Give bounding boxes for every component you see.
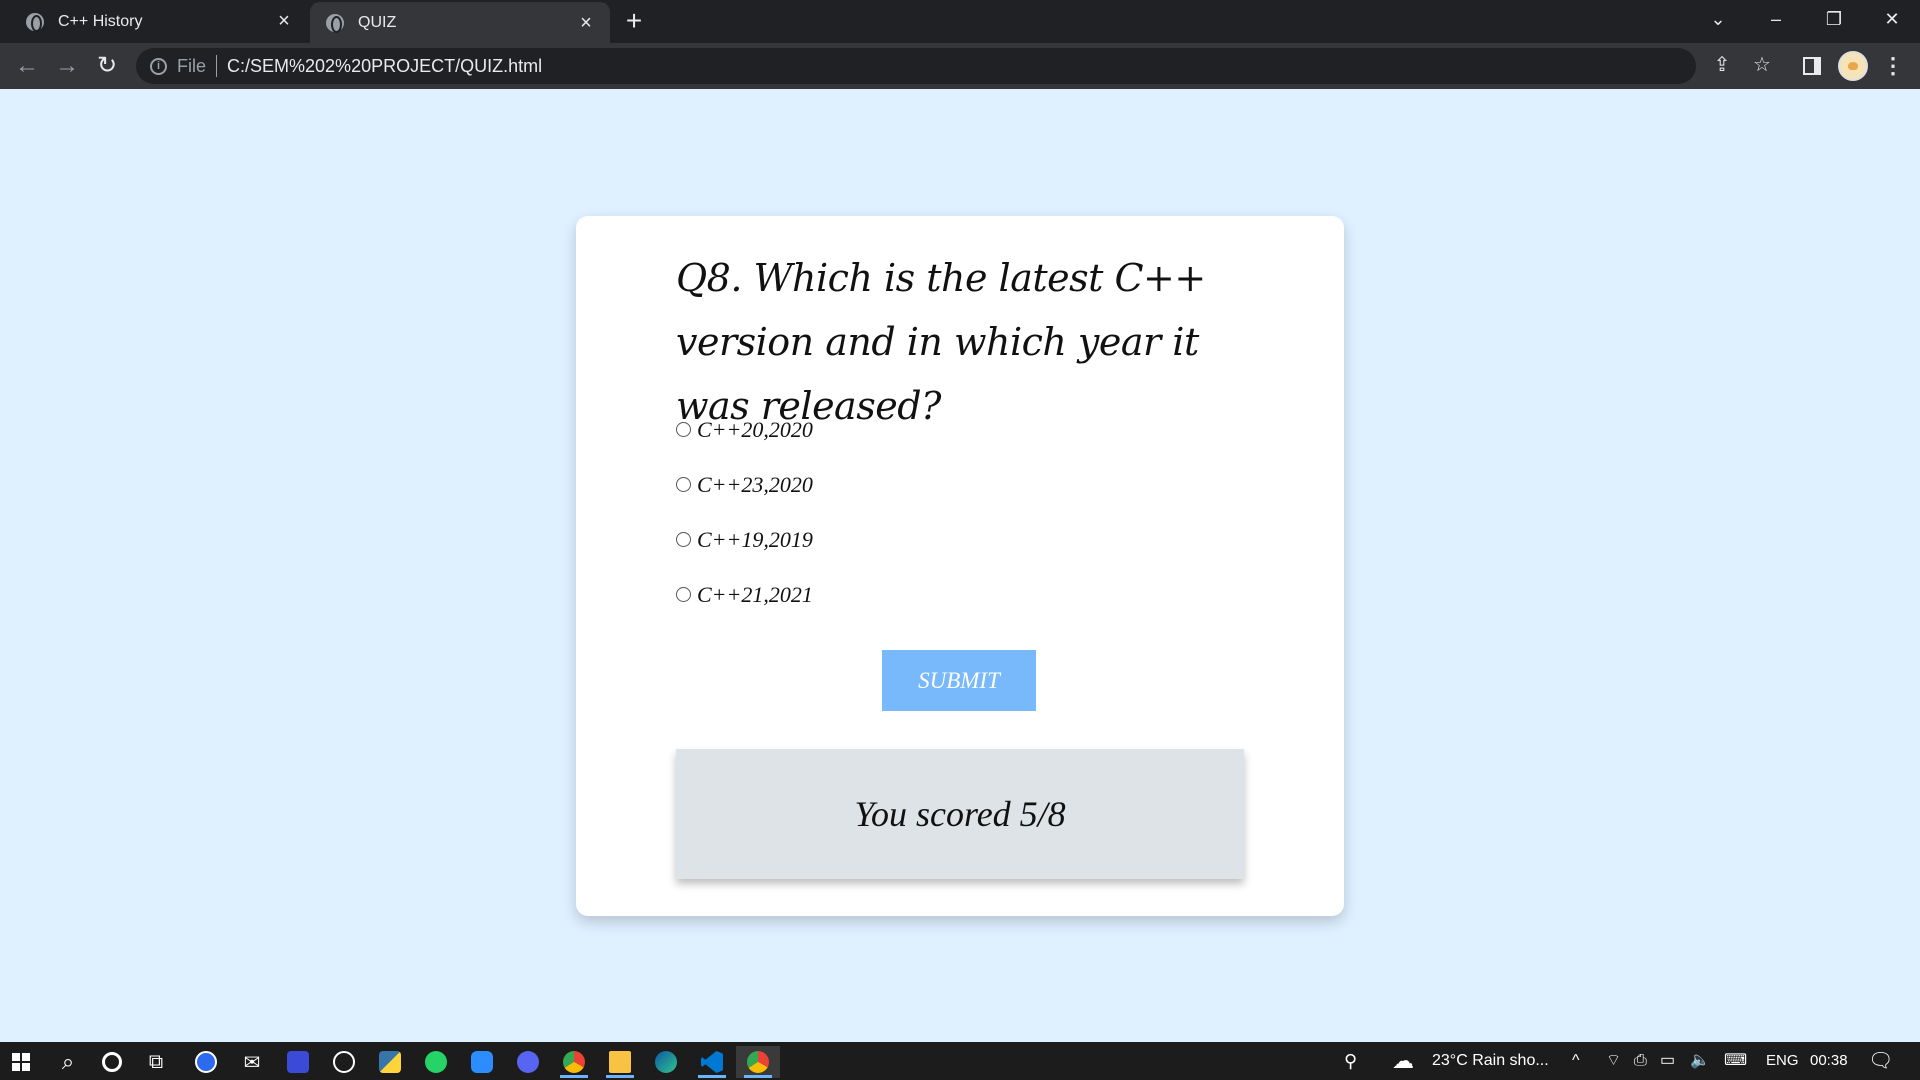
divider [216, 55, 218, 77]
back-arrow-icon[interactable]: ← [12, 51, 42, 81]
answer-label[interactable]: C++23,2020 [697, 472, 813, 498]
side-panel-icon[interactable] [1803, 57, 1821, 75]
answer-options: C++20,2020 C++23,2020 C++19,2019 C++21,2… [676, 402, 813, 622]
volume-icon[interactable]: 🔈 [1690, 1042, 1710, 1080]
python-icon[interactable] [368, 1046, 412, 1078]
task-view-icon[interactable]: ⧉ [134, 1046, 178, 1078]
browser-tab-strip: C++ History × QUIZ × + ⌄ – ❐ ✕ [0, 0, 1920, 43]
answer-option[interactable]: C++20,2020 [676, 402, 813, 457]
windows-taskbar: ⌕ ⧉ ✉ ⚲ ☁ 23°C Rain sho... ^ ⌔ ⎙ ▭ 🔈 ⌨ E… [0, 1042, 1920, 1080]
address-bar[interactable]: i File C:/SEM%202%20PROJECT/QUIZ.html [136, 48, 1696, 84]
discord-icon[interactable] [506, 1046, 550, 1078]
clock[interactable]: 00:38 [1810, 1042, 1848, 1080]
reload-icon[interactable]: ↻ [92, 51, 122, 81]
score-text: You scored 5/8 [854, 794, 1066, 834]
globe-icon [26, 12, 44, 32]
whatsapp-icon[interactable] [414, 1046, 458, 1078]
zoom-icon[interactable] [460, 1046, 504, 1078]
score-panel: You scored 5/8 [676, 749, 1244, 879]
file-explorer-icon[interactable] [598, 1046, 642, 1078]
answer-label[interactable]: C++20,2020 [697, 417, 813, 443]
share-icon[interactable]: ⇪ [1710, 53, 1734, 77]
kebab-menu-icon[interactable]: ⋮ [1882, 51, 1904, 81]
close-icon[interactable]: × [274, 11, 294, 31]
chrome-active-icon[interactable] [736, 1046, 780, 1078]
profile-avatar[interactable] [1838, 51, 1868, 81]
radio-button[interactable] [676, 477, 691, 492]
radio-button[interactable] [676, 422, 691, 437]
stylus-app-icon[interactable] [276, 1046, 320, 1078]
minimize-button[interactable]: – [1748, 0, 1804, 38]
keyboard-icon[interactable]: ⌨ [1724, 1042, 1747, 1080]
search-icon[interactable]: ⌕ [46, 1046, 90, 1078]
submit-button[interactable]: SUBMIT [882, 650, 1036, 711]
close-window-button[interactable]: ✕ [1864, 0, 1920, 38]
forward-arrow-icon[interactable]: → [52, 51, 82, 81]
edge-icon[interactable] [644, 1046, 688, 1078]
notifications-icon[interactable]: 🗨 [1868, 1042, 1893, 1080]
people-icon[interactable]: ⚲ [1344, 1042, 1357, 1080]
info-icon[interactable]: i [150, 57, 167, 75]
quiz-card: Q8. Which is the latest C++ version and … [576, 216, 1344, 916]
wifi-icon[interactable]: ⌔ [1606, 1042, 1621, 1080]
answer-option[interactable]: C++21,2021 [676, 567, 813, 622]
xbox-icon[interactable] [322, 1046, 366, 1078]
show-hidden-icons-chevron-icon[interactable]: ^ [1572, 1042, 1580, 1080]
windows-start-icon[interactable] [12, 1053, 30, 1071]
restore-button[interactable]: ❐ [1806, 0, 1862, 38]
globe-icon [326, 13, 344, 33]
radio-button[interactable] [676, 532, 691, 547]
tab-quiz[interactable]: QUIZ × [310, 2, 610, 43]
tab-title: C++ History [58, 12, 143, 30]
answer-label[interactable]: C++21,2021 [697, 582, 813, 608]
tab-title: QUIZ [358, 13, 397, 31]
cortana-icon[interactable] [90, 1046, 134, 1078]
mail-icon[interactable]: ✉ [230, 1046, 274, 1078]
answer-label[interactable]: C++19,2019 [697, 527, 813, 553]
language-indicator[interactable]: ENG [1766, 1042, 1799, 1080]
answer-option[interactable]: C++19,2019 [676, 512, 813, 567]
close-icon[interactable]: × [576, 13, 596, 33]
answer-option[interactable]: C++23,2020 [676, 457, 813, 512]
signal-icon[interactable] [184, 1046, 228, 1078]
url-text[interactable]: C:/SEM%202%20PROJECT/QUIZ.html [227, 56, 542, 77]
chrome-icon[interactable] [552, 1046, 596, 1078]
tab-search-chevron-icon[interactable]: ⌄ [1690, 0, 1746, 38]
bookmark-star-icon[interactable]: ☆ [1750, 53, 1774, 77]
new-tab-button[interactable]: + [620, 7, 648, 36]
scheme-label: File [177, 55, 207, 76]
vscode-icon[interactable] [690, 1046, 734, 1078]
radio-button[interactable] [676, 587, 691, 602]
device-icon[interactable]: ⎙ [1634, 1042, 1647, 1080]
battery-icon[interactable]: ▭ [1660, 1042, 1675, 1080]
weather-text[interactable]: 23°C Rain sho... [1432, 1042, 1549, 1080]
weather-icon[interactable]: ☁ [1392, 1042, 1414, 1080]
tab-cpp-history[interactable]: C++ History × [0, 0, 308, 43]
browser-toolbar: ← → ↻ i File C:/SEM%202%20PROJECT/QUIZ.h… [0, 43, 1920, 89]
